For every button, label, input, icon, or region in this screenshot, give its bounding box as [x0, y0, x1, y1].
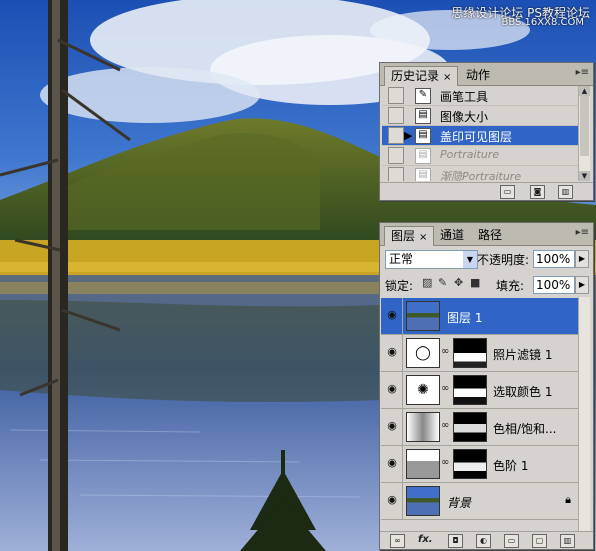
levels-icon	[406, 449, 440, 479]
new-group-icon[interactable]: ▭	[504, 534, 519, 548]
snapshot-source-checkbox[interactable]	[388, 167, 404, 181]
panel-menu-icon[interactable]: ▸≡	[576, 67, 589, 78]
layer-thumbnail	[406, 486, 440, 516]
snapshot-source-checkbox[interactable]	[388, 107, 404, 124]
blend-options-row: 正常 ▼ 不透明度: 100% ▶	[380, 247, 593, 271]
lock-position-icon[interactable]: ✥	[454, 277, 465, 288]
brush-icon: ✎	[415, 88, 431, 104]
selective-color-icon: ✺	[406, 375, 440, 405]
link-chain-icon: ∞	[441, 457, 450, 468]
history-list: ✎ 画笔工具 ▤ 图像大小 ▶ ▤ 盖印可见图层 ▤ Portraiture ▤…	[382, 86, 578, 181]
layer-mask-thumbnail	[453, 412, 487, 442]
snapshot-source-checkbox[interactable]	[388, 87, 404, 104]
history-tabbar: 历史记录 × 动作 ▸≡	[380, 63, 593, 86]
layers-footer: ∞ fx. ◘ ◐ ▭ ▢ ▥	[380, 531, 593, 549]
link-layers-icon[interactable]: ∞	[390, 534, 405, 548]
layer-thumbnail	[406, 301, 440, 331]
new-layer-icon[interactable]: ▢	[532, 534, 547, 548]
fx-icon[interactable]: fx.	[418, 534, 433, 546]
layer-row[interactable]: ◉ 背景 🔒︎	[381, 483, 579, 520]
history-item[interactable]: ▤ 图像大小	[382, 106, 578, 126]
snapshot-source-checkbox[interactable]	[388, 127, 404, 144]
scroll-down-icon[interactable]: ▼	[579, 171, 590, 181]
layer-mask-thumbnail	[453, 338, 487, 368]
tab-actions[interactable]: 动作	[460, 66, 496, 84]
layer-row[interactable]: ◉ ∞ 色阶 1	[381, 446, 579, 483]
history-item[interactable]: ▤ 渐隐Portraiture	[382, 166, 578, 181]
image-size-icon: ▤	[415, 108, 431, 124]
layer-row[interactable]: ◉ ∞ 色相/饱和...	[381, 409, 579, 446]
history-footer: ▭ ◙ ▥	[380, 182, 593, 200]
filter-icon: ▤	[415, 168, 431, 181]
trash-icon[interactable]: ▥	[558, 185, 573, 199]
lock-icon: 🔒︎	[565, 493, 571, 506]
snapshot-source-checkbox[interactable]	[388, 147, 404, 164]
history-item[interactable]: ▤ Portraiture	[382, 146, 578, 166]
chevron-down-icon[interactable]: ▼	[463, 251, 477, 268]
watermark-url: BBS.16XX8.COM	[501, 17, 584, 28]
layer-row[interactable]: ◉ 图层 1	[381, 298, 579, 335]
visibility-eye-icon[interactable]: ◉	[385, 493, 399, 507]
opacity-field[interactable]: 100%	[533, 250, 575, 268]
tab-layers[interactable]: 图层 ×	[384, 226, 435, 246]
visibility-eye-icon[interactable]: ◉	[385, 419, 399, 433]
adjustment-layer-icon[interactable]: ◐	[476, 534, 491, 548]
layer-row[interactable]: ◉ ✺ ∞ 选取颜色 1	[381, 372, 579, 409]
history-scrollbar[interactable]: ▲ ▼	[578, 86, 590, 181]
layers-scrollbar[interactable]	[578, 297, 590, 531]
opacity-label: 不透明度:	[477, 253, 530, 267]
tab-paths[interactable]: 路径	[472, 226, 508, 244]
new-document-from-state-icon[interactable]: ▭	[500, 185, 515, 199]
trash-icon[interactable]: ▥	[560, 534, 575, 548]
scroll-up-icon[interactable]: ▲	[579, 86, 590, 96]
link-chain-icon: ∞	[441, 346, 450, 357]
filter-icon: ▤	[415, 148, 431, 164]
lock-label: 锁定:	[385, 279, 414, 293]
layer-row[interactable]: ◉ ◯ ∞ 照片滤镜 1	[381, 335, 579, 372]
current-state-arrow-icon: ▶	[404, 129, 413, 142]
fill-slider-arrow-icon[interactable]: ▶	[575, 276, 589, 294]
blend-mode-select[interactable]: 正常 ▼	[385, 250, 478, 269]
tab-channels[interactable]: 通道	[434, 226, 470, 244]
layer-mask-thumbnail	[453, 375, 487, 405]
link-chain-icon: ∞	[441, 383, 450, 394]
snapshot-camera-icon[interactable]: ◙	[530, 185, 545, 199]
photo-filter-icon: ◯	[406, 338, 440, 368]
stamp-layer-icon: ▤	[415, 128, 431, 144]
lock-transparency-icon[interactable]: ▨	[422, 277, 433, 288]
layer-mask-thumbnail	[453, 449, 487, 479]
tab-history[interactable]: 历史记录 ×	[384, 66, 459, 86]
lock-all-icon[interactable]: ■	[470, 277, 481, 288]
scroll-thumb[interactable]	[580, 96, 589, 156]
visibility-eye-icon[interactable]: ◉	[385, 382, 399, 396]
lock-fill-row: 锁定: ▨ ✎ ✥ ■ 填充: 100% ▶	[380, 273, 593, 297]
hue-saturation-icon	[406, 412, 440, 442]
layers-tabbar: 图层 × 通道 路径 ▸≡	[380, 223, 593, 246]
add-mask-icon[interactable]: ◘	[448, 534, 463, 548]
history-panel: 历史记录 × 动作 ▸≡ ✎ 画笔工具 ▤ 图像大小 ▶ ▤ 盖印可见图层 ▤ P…	[379, 62, 594, 201]
visibility-eye-icon[interactable]: ◉	[385, 345, 399, 359]
link-chain-icon: ∞	[441, 420, 450, 431]
layers-panel: 图层 × 通道 路径 ▸≡ 正常 ▼ 不透明度: 100% ▶ 锁定: ▨ ✎ ✥…	[379, 222, 594, 550]
visibility-eye-icon[interactable]: ◉	[385, 308, 399, 322]
close-icon[interactable]: ×	[443, 72, 451, 83]
lock-image-pixels-icon[interactable]: ✎	[438, 277, 449, 288]
history-item[interactable]: ▶ ▤ 盖印可见图层	[382, 126, 578, 146]
close-icon[interactable]: ×	[419, 232, 427, 243]
fill-field[interactable]: 100%	[533, 276, 575, 294]
visibility-eye-icon[interactable]: ◉	[385, 456, 399, 470]
fill-label: 填充:	[496, 279, 525, 293]
panel-menu-icon[interactable]: ▸≡	[576, 227, 589, 238]
history-item[interactable]: ✎ 画笔工具	[382, 86, 578, 106]
opacity-slider-arrow-icon[interactable]: ▶	[575, 250, 589, 268]
